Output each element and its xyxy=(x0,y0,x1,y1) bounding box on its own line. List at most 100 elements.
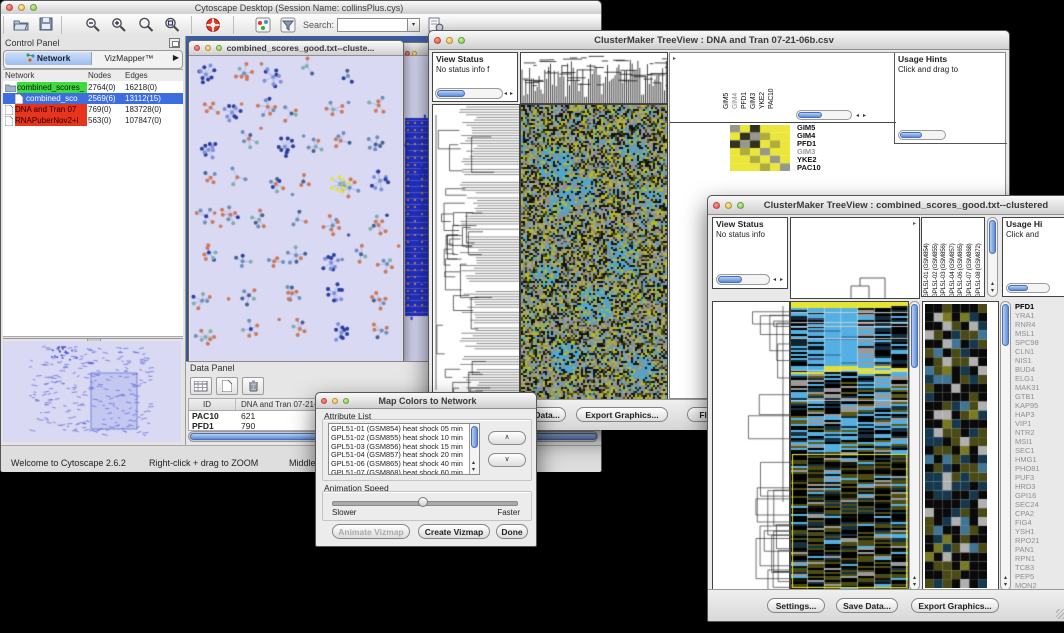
tab-vizmapper[interactable]: VizMapper™ xyxy=(92,52,166,65)
column-label[interactable]: GIM4 xyxy=(732,55,741,109)
scroll-down-icon[interactable]: ▾ xyxy=(472,467,475,473)
settings-button[interactable]: Settings... xyxy=(767,598,825,613)
gene-label[interactable]: NTR2 xyxy=(1015,428,1064,437)
move-up-button[interactable]: ∧ xyxy=(488,431,526,445)
column-label[interactable]: GPL51-03 (GSM856) xyxy=(940,218,949,297)
scroll-down-icon[interactable]: ▾ xyxy=(991,288,994,294)
scroll-right-icon[interactable]: ▸ xyxy=(863,113,866,119)
zoom-window-icon[interactable] xyxy=(737,202,744,209)
tv1-column-dendrogram-canvas[interactable] xyxy=(520,52,668,104)
scroll-down-icon[interactable]: ▾ xyxy=(913,582,916,588)
table-col-id[interactable]: ID xyxy=(203,400,211,409)
tv2-heatmap-canvas[interactable] xyxy=(790,301,909,591)
gene-label[interactable]: KAP95 xyxy=(1015,401,1064,410)
gene-label[interactable]: GTB1 xyxy=(1015,392,1064,401)
gene-label[interactable]: NIS1 xyxy=(1015,356,1064,365)
delete-attribute-button[interactable] xyxy=(242,377,264,395)
tab-network[interactable]: Network xyxy=(5,52,92,65)
gene-label[interactable]: TCB3 xyxy=(1015,563,1064,572)
zoom-in-icon[interactable] xyxy=(111,17,127,33)
column-label[interactable]: GIM3 xyxy=(750,55,759,109)
gene-label[interactable]: RNR4 xyxy=(1015,320,1064,329)
tv1-heatmap-canvas[interactable] xyxy=(520,104,668,401)
gene-label[interactable]: GPI16 xyxy=(1015,491,1064,500)
export-graphics-button[interactable]: Export Graphics... xyxy=(911,598,999,613)
tv1-column-labels[interactable]: GIM5GIM4PFD1GIM3YKE2PAC10 xyxy=(723,55,777,111)
gene-label[interactable]: PHO81 xyxy=(1015,464,1064,473)
minimize-icon[interactable] xyxy=(205,45,211,51)
minimize-icon[interactable] xyxy=(725,202,732,209)
open-file-icon[interactable] xyxy=(13,18,29,31)
column-label[interactable]: GPL51-02 (GSM855) xyxy=(932,218,941,297)
tv1-label-hscrollbar[interactable] xyxy=(796,110,852,120)
column-label[interactable]: YKE2 xyxy=(759,55,768,109)
tv2-status-scrollbar[interactable] xyxy=(716,274,770,285)
column-label[interactable]: GPL51-07 (GSM868) xyxy=(966,218,975,297)
help-lifesaver-icon[interactable] xyxy=(205,17,221,33)
scroll-up-icon[interactable]: ▴ xyxy=(991,281,994,287)
tv1-status-scrollbar[interactable] xyxy=(435,88,503,99)
tv1-row-dendrogram-canvas[interactable] xyxy=(432,104,520,401)
col-nodes[interactable]: Nodes xyxy=(88,71,111,80)
attribute-list-vscrollbar[interactable]: ▴ ▾ xyxy=(469,424,479,474)
tv2-zoom-vscrollbar[interactable]: ▴ ▾ xyxy=(1000,301,1011,591)
close-icon[interactable] xyxy=(321,398,327,404)
resize-grip[interactable] xyxy=(1056,609,1064,619)
create-vizmap-button[interactable]: Create Vizmap xyxy=(418,524,490,539)
gene-label[interactable]: YSH1 xyxy=(1015,527,1064,536)
minimize-icon[interactable] xyxy=(446,37,453,44)
save-data-button[interactable]: Save Data... xyxy=(836,598,898,613)
gene-label[interactable]: MSI1 xyxy=(1015,437,1064,446)
zoom-out-icon[interactable] xyxy=(85,17,101,33)
gene-label[interactable]: PEP5 xyxy=(1015,572,1064,581)
column-label[interactable]: GIM5 xyxy=(723,55,732,109)
float-panel-icon[interactable] xyxy=(169,38,180,48)
scroll-down-icon[interactable]: ▾ xyxy=(1004,582,1007,588)
gene-label[interactable]: YRA1 xyxy=(1015,311,1064,320)
gene-label[interactable]: HRD3 xyxy=(1015,482,1064,491)
column-label[interactable]: GPL51-06 (GSM865) xyxy=(957,218,966,297)
gene-label[interactable]: CPA2 xyxy=(1015,509,1064,518)
gene-label[interactable]: MAK31 xyxy=(1015,383,1064,392)
scroll-up-icon[interactable]: ▴ xyxy=(913,575,916,581)
attribute-item[interactable]: GPL51-07 (GSM868) heat shock 60 min xyxy=(331,469,468,475)
scroll-left-icon[interactable]: ◂ xyxy=(773,277,776,283)
tv2-column-dendrogram-canvas[interactable] xyxy=(790,217,920,299)
treeview1-title-bar[interactable]: ClusterMaker TreeView : DNA and Tran 07-… xyxy=(429,31,1009,50)
save-icon[interactable] xyxy=(39,17,53,31)
gene-label[interactable]: CLN1 xyxy=(1015,347,1064,356)
close-icon[interactable] xyxy=(434,37,441,44)
network-row[interactable]: combined_sco 2569(6) 13112(15) xyxy=(3,93,183,104)
treeview2-title-bar[interactable]: ClusterMaker TreeView : combined_scores_… xyxy=(708,196,1064,215)
scroll-right-icon[interactable]: ▸ xyxy=(780,277,783,283)
tv2-column-labels[interactable]: GPL51-01 (GSM854)GPL51-02 (GSM855)GPL51-… xyxy=(921,217,985,297)
expander-icon[interactable]: ▸ xyxy=(673,56,676,62)
table-col-attr[interactable]: DNA and Tran 07-21-06 xyxy=(241,400,326,409)
network-overview-canvas[interactable] xyxy=(3,341,181,442)
tv2-usage-scrollbar[interactable] xyxy=(1006,283,1050,293)
column-label[interactable]: GPL51-08 (GSM872) xyxy=(975,218,984,297)
gene-label[interactable]: PFD1 xyxy=(1015,302,1064,311)
gene-label[interactable]: VIP1 xyxy=(1015,419,1064,428)
col-edges[interactable]: Edges xyxy=(125,71,148,80)
expander-icon[interactable]: ▸ xyxy=(913,221,916,227)
close-icon[interactable] xyxy=(713,202,720,209)
gene-label[interactable]: SEC1 xyxy=(1015,446,1064,455)
filter-funnel-icon[interactable] xyxy=(280,17,296,33)
network-row[interactable]: combined_scores_ 2764(0) 16218(0) xyxy=(3,82,183,93)
move-down-button[interactable]: ∨ xyxy=(488,453,526,467)
zoom-window-icon[interactable] xyxy=(30,4,37,11)
network-row[interactable]: RNAPuberNov2+l 563(0) 107847(0) xyxy=(3,115,183,126)
gene-label[interactable]: HAP3 xyxy=(1015,410,1064,419)
search-dropdown-button[interactable]: ▾ xyxy=(407,18,420,32)
dialog-title-bar[interactable]: Map Colors to Network xyxy=(316,393,536,409)
gene-label[interactable]: SPC98 xyxy=(1015,338,1064,347)
network-view-title-bar[interactable]: combined_scores_good.txt--cluste... xyxy=(189,41,403,56)
scroll-right-icon[interactable]: ▸ xyxy=(510,91,513,97)
column-label[interactable]: PAC10 xyxy=(768,55,777,109)
gene-label[interactable]: ELG1 xyxy=(1015,374,1064,383)
tv2-heatmap-vscrollbar[interactable]: ▴ ▾ xyxy=(909,301,920,591)
gene-label[interactable]: FIG4 xyxy=(1015,518,1064,527)
tab-overflow-arrow[interactable]: ▶ xyxy=(173,53,179,62)
minimize-icon[interactable] xyxy=(18,4,25,11)
